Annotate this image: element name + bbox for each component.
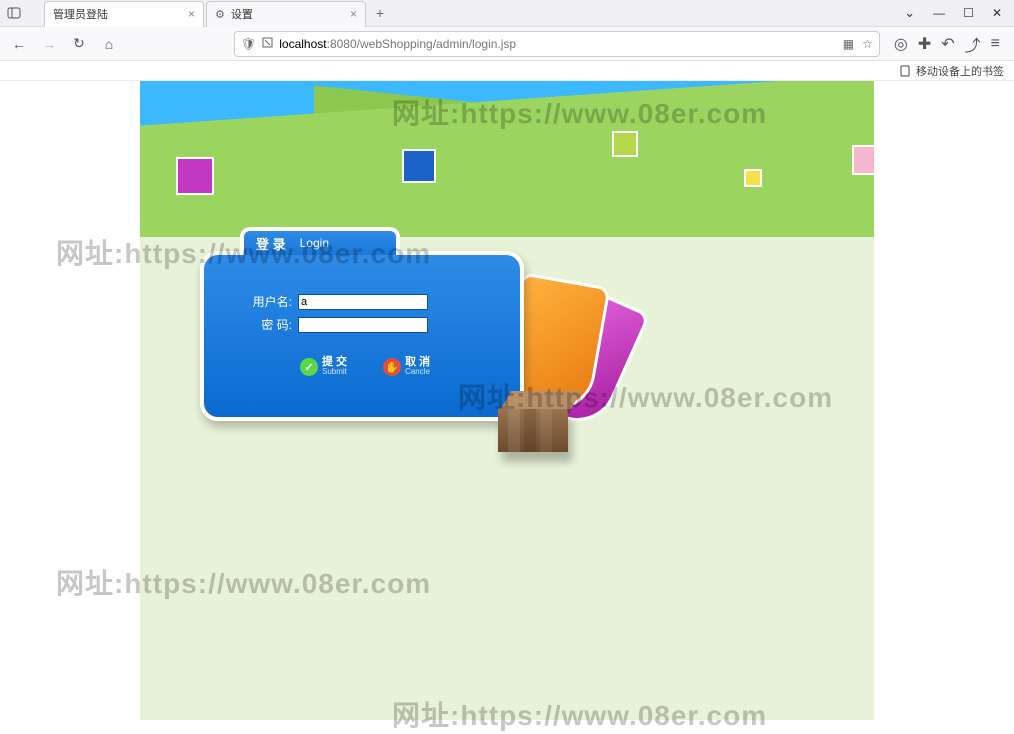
window-controls: ⌄ — ☐ ✕ (904, 5, 1014, 21)
decor-square (612, 131, 638, 157)
qr-icon[interactable]: ▦ (843, 37, 854, 51)
extensions-icon[interactable]: ✚ (918, 34, 931, 54)
chevron-down-icon[interactable]: ⌄ (904, 5, 915, 21)
submit-label-en: Submit (322, 367, 347, 377)
close-button[interactable]: ✕ (992, 6, 1002, 20)
tab-admin-login[interactable]: 管理员登陆 × (44, 1, 204, 27)
password-input[interactable] (298, 317, 428, 333)
bookmark-star-icon[interactable]: ☆ (862, 37, 873, 51)
decor-square (852, 145, 874, 175)
bookmark-bar: 移动设备上的书签 (0, 61, 1014, 81)
decor-square (176, 157, 214, 195)
navbar: ← → ↻ ⌂ 🛡 localhost:8080/webShopping/adm… (0, 27, 1014, 61)
check-icon: ✓ (300, 358, 318, 376)
login-panel: 用户名: 密 码: ✓ 提 交 Submit (200, 251, 524, 421)
tab-settings[interactable]: ⚙ 设置 × (206, 1, 366, 27)
stop-icon: ✋ (383, 358, 401, 376)
banner (140, 81, 874, 237)
undo-icon[interactable]: ↶ (941, 34, 954, 54)
login-title-cn: 登 录 (256, 234, 286, 253)
cancel-button[interactable]: ✋ 取 消 Cancle (383, 357, 430, 377)
page-body: 登 录 Login 用户名: 密 码: ✓ (140, 237, 874, 720)
close-icon[interactable]: × (188, 7, 195, 21)
url-text: localhost:8080/webShopping/admin/login.j… (279, 37, 516, 51)
cancel-label-cn: 取 消 (405, 357, 430, 367)
tab-label: 设置 (231, 6, 253, 22)
page-content: 登 录 Login 用户名: 密 码: ✓ (0, 81, 1014, 720)
submit-button[interactable]: ✓ 提 交 Submit (300, 357, 347, 377)
password-label: 密 码: (244, 316, 292, 333)
minimize-button[interactable]: — (933, 6, 945, 20)
forward-button[interactable]: → (38, 33, 60, 55)
lock-icon[interactable] (262, 37, 273, 51)
maximize-button[interactable]: ☐ (963, 6, 974, 20)
tab-strip: 管理员登陆 × ⚙ 设置 × + (44, 0, 392, 26)
username-input[interactable] (298, 294, 428, 310)
decor-square (402, 149, 436, 183)
reload-button[interactable]: ↻ (68, 33, 90, 55)
url-bar[interactable]: 🛡 localhost:8080/webShopping/admin/login… (234, 31, 880, 57)
new-tab-button[interactable]: + (368, 5, 392, 21)
sidebar-toggle-icon[interactable] (0, 6, 28, 20)
shield-icon[interactable]: 🛡 (241, 37, 256, 51)
cancel-label-en: Cancle (405, 367, 430, 377)
home-button[interactable]: ⌂ (98, 33, 120, 55)
mobile-bookmarks[interactable]: 移动设备上的书签 (900, 63, 1004, 79)
app-icon[interactable]: ⤴ (965, 32, 981, 56)
login-header: 登 录 Login (240, 227, 400, 255)
account-icon[interactable]: ◎ (894, 34, 908, 54)
tab-label: 管理员登陆 (53, 6, 108, 22)
right-gutter (874, 81, 1014, 720)
login-title-en: Login (300, 236, 329, 250)
submit-label-cn: 提 交 (322, 357, 347, 367)
username-label: 用户名: (244, 293, 292, 310)
decor-box-icon (498, 391, 578, 455)
close-icon[interactable]: × (350, 7, 357, 21)
decor-square (744, 169, 762, 187)
gear-icon: ⚙ (215, 8, 225, 21)
nav-right-icons: ◎ ✚ ↶ ⤴ ≡ (894, 32, 1006, 56)
back-button[interactable]: ← (8, 33, 30, 55)
titlebar: 管理员登陆 × ⚙ 设置 × + ⌄ — ☐ ✕ (0, 0, 1014, 27)
menu-icon[interactable]: ≡ (991, 35, 1000, 53)
left-gutter (0, 81, 140, 720)
